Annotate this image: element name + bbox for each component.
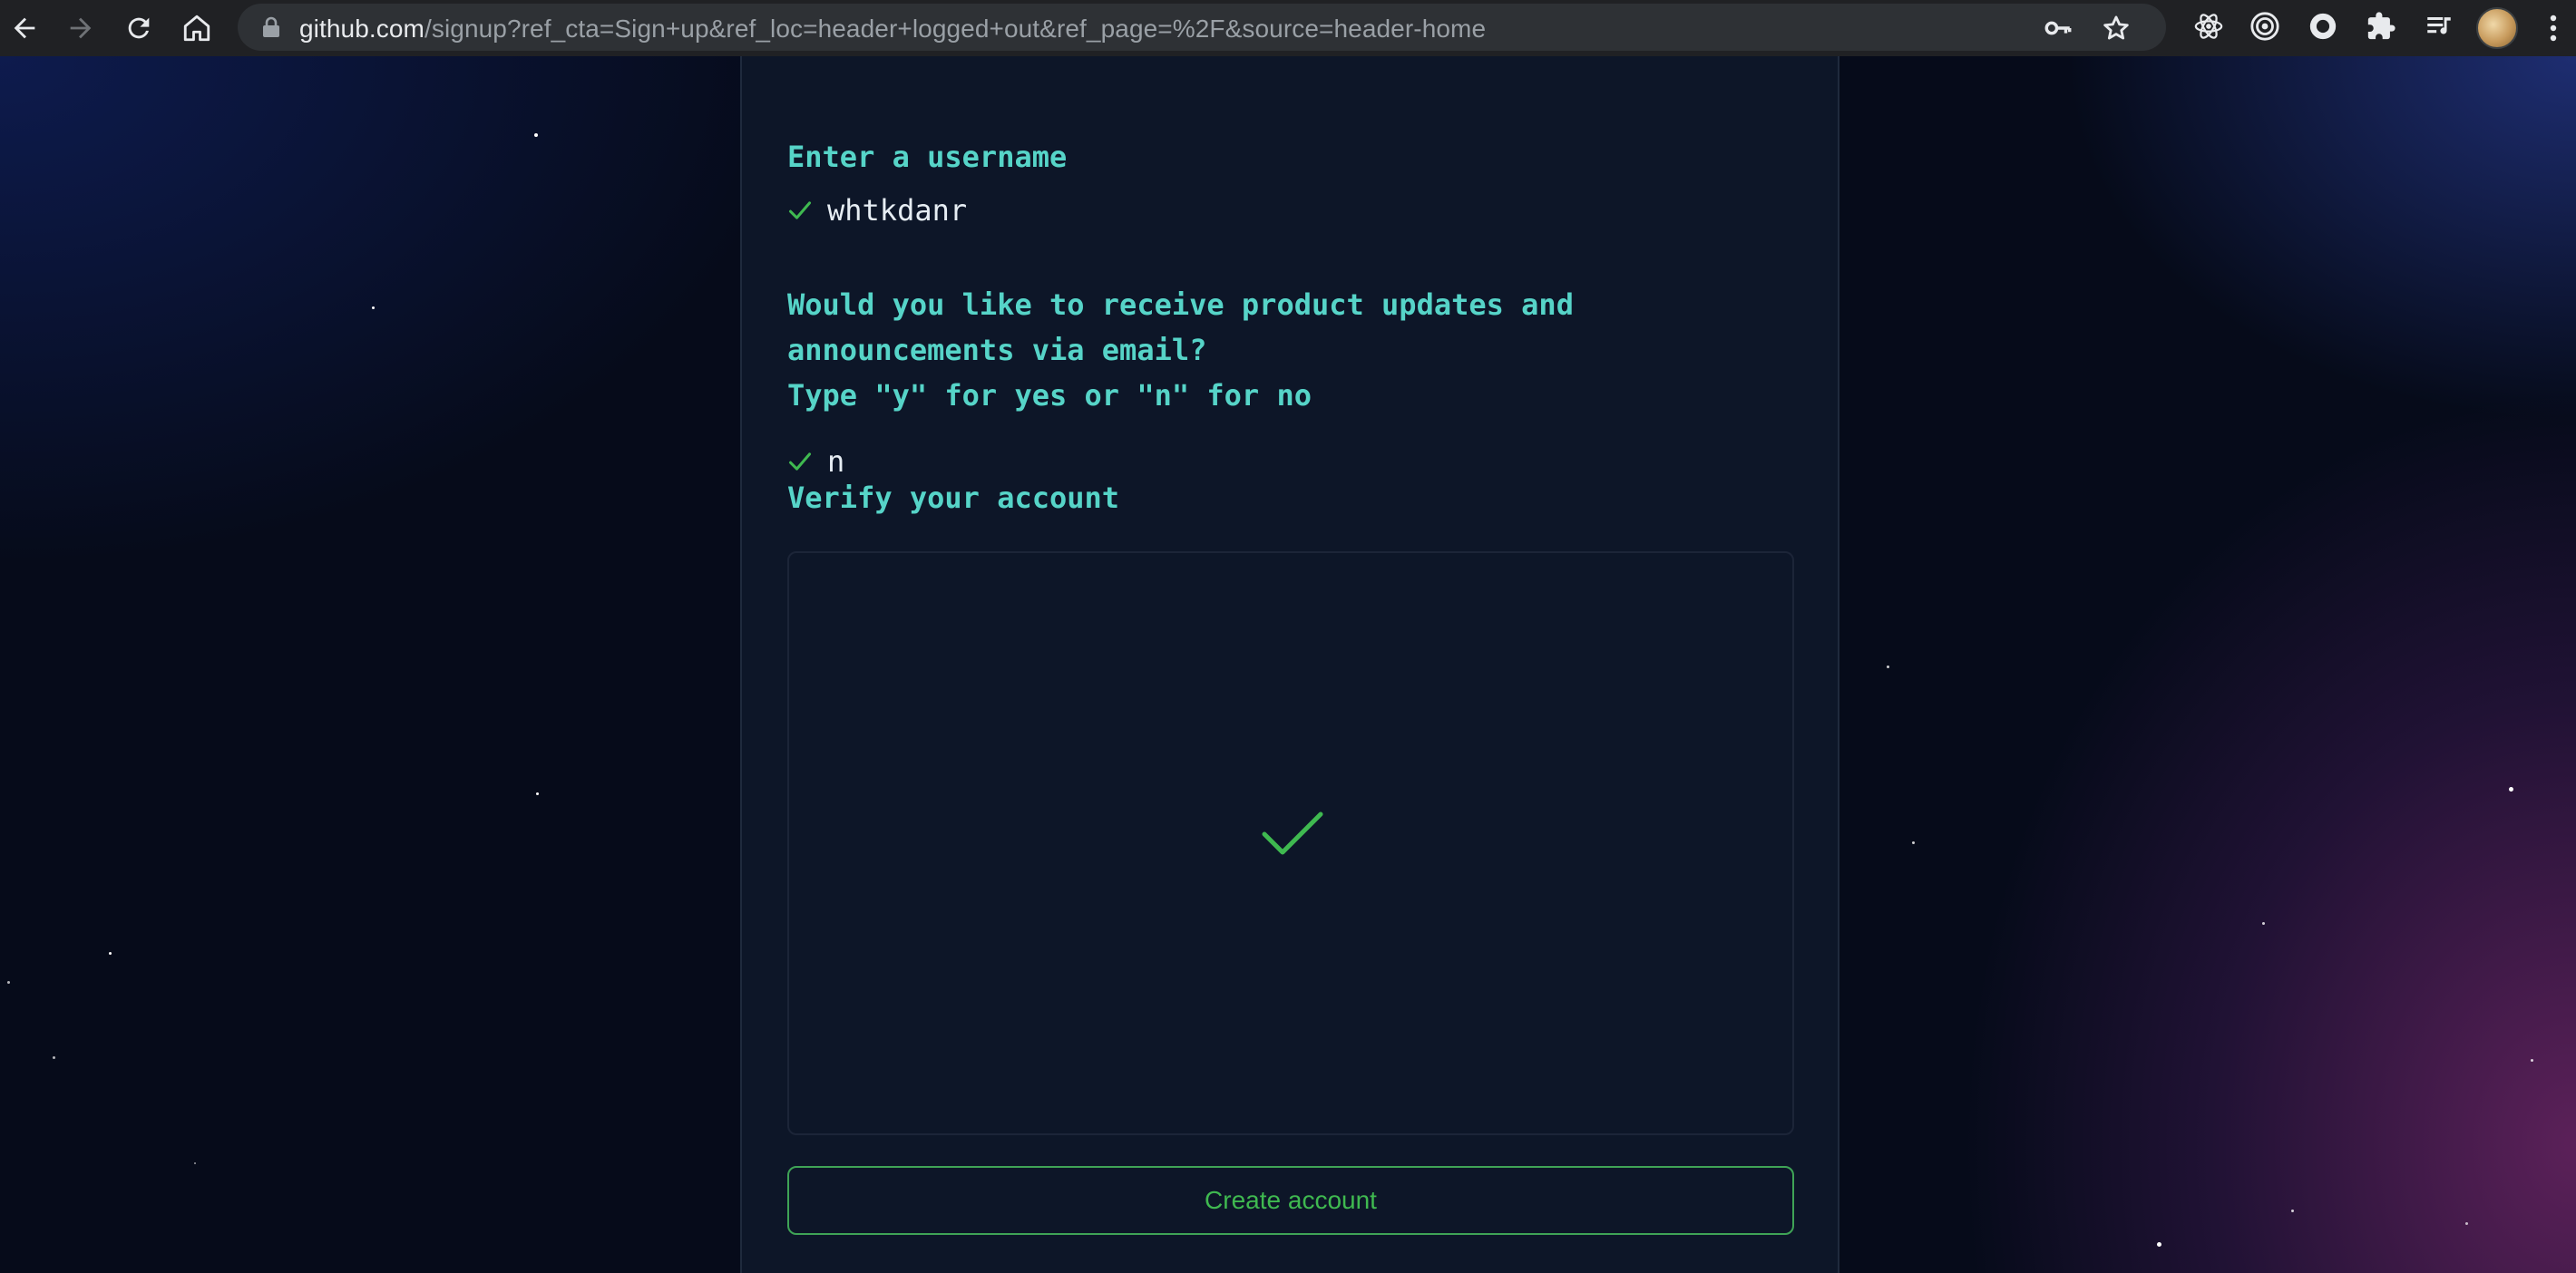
star	[2465, 1222, 2468, 1225]
star	[2509, 787, 2513, 792]
url-host: github.com	[299, 15, 424, 43]
media-queue-icon[interactable]	[2424, 11, 2454, 42]
create-account-button[interactable]: Create account	[787, 1166, 1794, 1235]
signup-panel: Enter a username whtkdanr Would you like…	[740, 56, 1839, 1273]
email-preference-value: n	[827, 444, 845, 479]
email-prompt-line3: Type "y" for yes or "n" for no	[787, 378, 1312, 413]
check-icon	[788, 201, 812, 219]
react-devtools-icon[interactable]	[2193, 11, 2224, 42]
star	[1887, 666, 1889, 668]
star	[2291, 1210, 2294, 1212]
star	[109, 952, 112, 955]
star	[7, 981, 10, 984]
profile-avatar[interactable]	[2476, 7, 2518, 49]
browser-toolbar: github.com/signup?ref_cta=Sign+up&ref_lo…	[0, 0, 2576, 56]
forward-icon	[70, 17, 92, 39]
circle-extension-icon[interactable]	[2308, 11, 2338, 42]
email-prompt-line1: Would you like to receive product update…	[787, 287, 1574, 322]
back-button[interactable]	[4, 7, 45, 49]
menu-dots-icon[interactable]	[2540, 9, 2567, 47]
star	[2157, 1242, 2161, 1247]
star	[1912, 841, 1915, 844]
verify-prompt: Verify your account	[787, 481, 1120, 515]
username-answer-row: whtkdanr	[787, 190, 967, 230]
star	[194, 1162, 196, 1164]
star	[2531, 1059, 2533, 1062]
puzzle-extensions-icon[interactable]	[2366, 11, 2396, 42]
url-text: github.com/signup?ref_cta=Sign+up&ref_lo…	[299, 15, 1486, 44]
reload-button[interactable]	[118, 7, 160, 49]
star	[536, 792, 539, 795]
star-icon[interactable]	[2101, 13, 2132, 44]
check-icon	[788, 452, 812, 471]
target-extension-icon[interactable]	[2249, 11, 2280, 42]
verification-captcha[interactable]	[787, 551, 1794, 1135]
back-icon	[14, 17, 35, 39]
verified-check-icon	[1262, 811, 1323, 855]
url-path: /signup?ref_cta=Sign+up&ref_loc=header+l…	[424, 15, 1487, 43]
forward-button[interactable]	[60, 7, 102, 49]
home-icon	[183, 15, 210, 42]
lock-icon	[263, 16, 279, 37]
star	[2262, 922, 2265, 925]
email-prompt-line2: announcements via email?	[787, 333, 1207, 367]
reload-icon	[128, 17, 150, 39]
key-icon[interactable]	[2043, 13, 2073, 44]
star	[372, 306, 375, 309]
star	[53, 1056, 55, 1059]
home-button[interactable]	[176, 7, 218, 49]
username-value: whtkdanr	[827, 193, 968, 228]
username-prompt: Enter a username	[787, 140, 1068, 174]
address-bar[interactable]: github.com/signup?ref_cta=Sign+up&ref_lo…	[238, 4, 2166, 51]
star	[534, 133, 538, 137]
